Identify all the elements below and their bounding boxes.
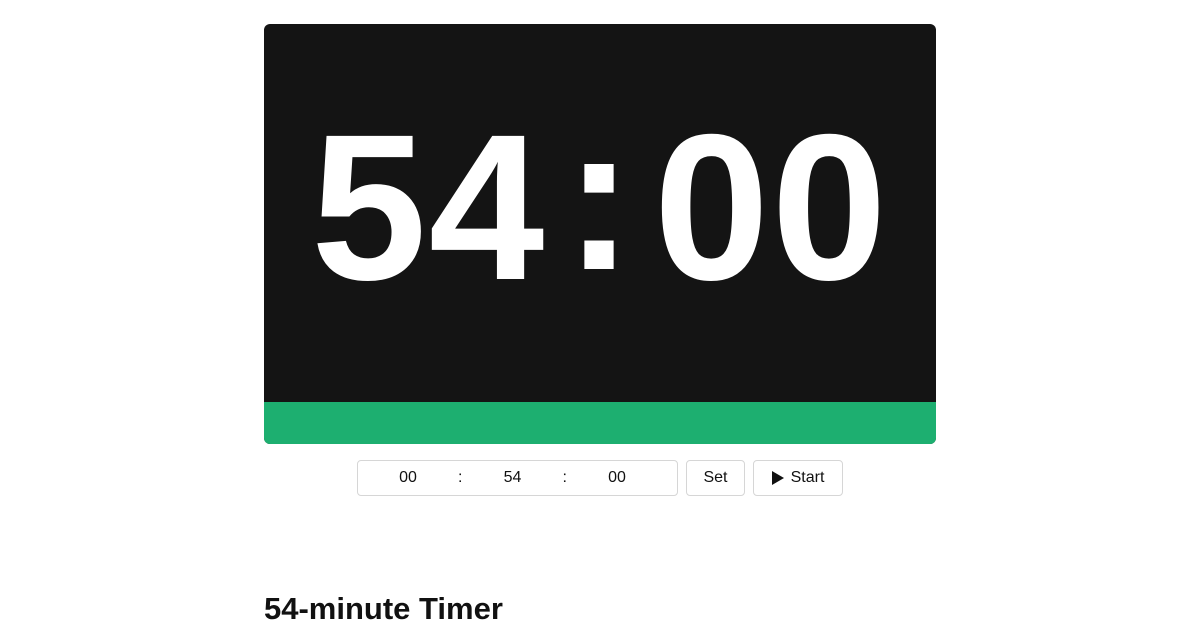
progress-bar: [264, 402, 936, 444]
start-button[interactable]: Start: [753, 460, 843, 496]
timer-page: 54:00 : : Set Start 54-minute Timer: [0, 0, 1200, 627]
countdown-seconds: 00: [653, 92, 889, 324]
play-icon: [771, 471, 784, 485]
timer-controls: : : Set Start: [357, 460, 843, 496]
time-input-group: : :: [357, 460, 678, 496]
start-button-label: Start: [790, 469, 825, 486]
page-title: 54-minute Timer: [264, 591, 503, 626]
timer-panel: 54:00: [264, 24, 936, 444]
countdown-display: 54:00: [264, 24, 936, 402]
time-separator: :: [562, 469, 567, 486]
progress-bar-fill: [264, 402, 936, 444]
time-separator: :: [458, 469, 463, 486]
seconds-input[interactable]: [584, 469, 649, 487]
countdown-minutes: 54: [311, 92, 547, 324]
set-button[interactable]: Set: [686, 460, 745, 496]
hours-input[interactable]: [376, 469, 440, 487]
set-button-label: Set: [703, 469, 728, 486]
countdown-colon: :: [564, 82, 636, 314]
minutes-input[interactable]: [480, 469, 545, 487]
